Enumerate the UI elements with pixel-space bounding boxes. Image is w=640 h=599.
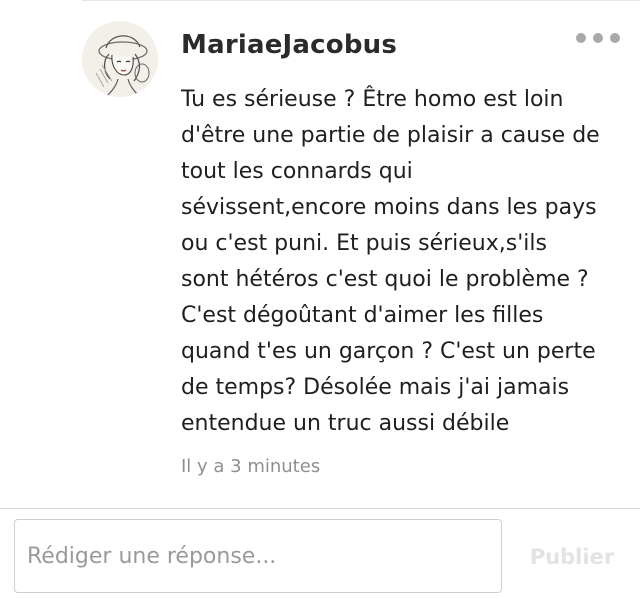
more-horizontal-icon-dot xyxy=(610,33,620,43)
reply-input[interactable] xyxy=(14,519,502,593)
comment-timestamp: Il y a 3 minutes xyxy=(181,456,321,477)
more-horizontal-icon-dot xyxy=(593,33,603,43)
publish-button[interactable]: Publier xyxy=(516,535,628,579)
more-options-button[interactable] xyxy=(576,26,620,50)
reply-composer: Publier xyxy=(0,509,640,599)
comment-author[interactable]: MariaeJacobus xyxy=(181,30,397,60)
avatar-illustration xyxy=(82,21,158,97)
more-horizontal-icon xyxy=(576,33,586,43)
avatar[interactable] xyxy=(82,21,158,97)
comment-item: MariaeJacobus Tu es sérieuse ? Être homo… xyxy=(0,0,640,510)
comment-text: Tu es sérieuse ? Être homo est loin d'êt… xyxy=(181,87,600,436)
comment-thread-screen: MariaeJacobus Tu es sérieuse ? Être homo… xyxy=(0,0,640,599)
